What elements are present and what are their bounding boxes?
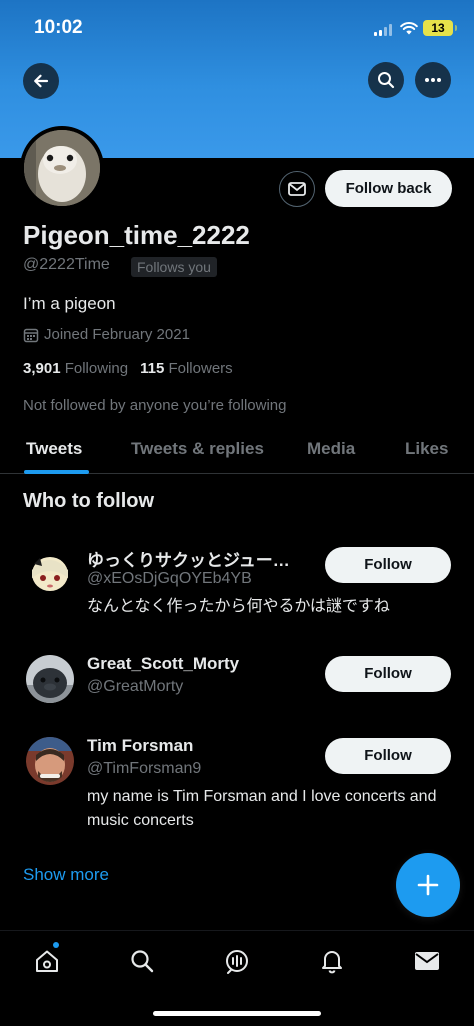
profile-avatar[interactable] [20,126,104,210]
profile-bio: I’m a pigeon [23,294,116,313]
wifi-icon [400,22,418,35]
suggestion-name[interactable]: ゆっくりサクッとジュー… [87,546,290,571]
follows-you-badge: Follows you [131,257,217,277]
search-icon [378,72,395,89]
avatar[interactable] [26,548,74,596]
joined-date: Joined February 2021 [23,326,190,343]
tab-likes[interactable]: Likes [405,439,448,459]
suggestion-name[interactable]: Great_Scott_Morty [87,654,239,674]
back-arrow-icon [34,74,49,88]
person-avatar-image [26,737,74,785]
anime-avatar-image [26,548,74,596]
seal-avatar-image [26,655,74,703]
tab-tweets[interactable]: Tweets [26,439,82,459]
search-icon [131,950,154,973]
tab-media[interactable]: Media [307,439,355,459]
back-button[interactable] [23,63,59,99]
more-button[interactable] [415,62,451,98]
follow-button[interactable]: Follow [325,547,451,583]
following-link[interactable]: 3,901 Following [23,360,128,377]
status-time: 10:02 [34,17,83,38]
suggestion-handle: @TimForsman9 [87,760,202,777]
search-button[interactable] [368,62,404,98]
bell-icon [322,951,342,974]
nav-messages[interactable] [411,945,443,977]
show-more-link[interactable]: Show more [23,865,109,885]
plus-icon [417,874,439,896]
following-label: Following [64,360,129,377]
follow-stats: 3,901 Following 115 Followers [23,360,233,377]
follow-button[interactable]: Follow [325,738,451,774]
nav-home[interactable] [31,945,63,977]
followers-label: Followers [168,360,233,377]
avatar[interactable] [26,655,74,703]
suggestion-name[interactable]: Tim Forsman [87,736,193,756]
more-icon [425,78,441,82]
profile-name: Pigeon_time_2222 [23,220,250,250]
compose-tweet-button[interactable] [396,853,460,917]
who-to-follow-title: Who to follow [23,490,155,512]
follow-button[interactable]: Follow [325,656,451,692]
following-count: 3,901 [23,360,61,377]
nav-notifications[interactable] [316,945,348,977]
pigeon-avatar-image [24,130,100,206]
calendar-icon [23,328,39,342]
avatar[interactable] [26,737,74,785]
tab-tweets-replies[interactable]: Tweets & replies [131,439,264,459]
notification-dot [53,942,59,948]
nav-search[interactable] [126,945,158,977]
home-icon [36,950,58,972]
profile-handle: @2222Time [23,256,110,273]
suggestion-handle: @GreatMorty [87,678,184,695]
bottom-nav [0,930,474,1026]
message-button[interactable] [279,171,315,207]
active-tab-indicator [24,470,89,474]
envelope-icon [415,952,439,970]
mail-icon [288,182,306,196]
cellular-signal-icon [374,24,394,36]
suggestion-bio: なんとなく作ったから何やるかは謎ですね [87,598,390,615]
suggestion-bio: my name is Tim Forsman and I love concer… [87,788,437,829]
nav-spaces[interactable] [221,945,253,977]
home-indicator [153,1011,321,1016]
joined-text: Joined February 2021 [44,326,190,343]
spaces-icon [226,950,248,974]
status-bar: 10:02 13 [0,0,474,56]
battery-indicator: 13 [423,20,457,36]
followers-count: 115 [140,360,165,377]
suggestion-handle: @xEOsDjGqOYEb4YB [87,570,252,587]
follow-back-button[interactable]: Follow back [325,170,452,207]
followers-link[interactable]: 115 Followers [140,360,233,377]
profile-tabs: Tweets Tweets & replies Media Likes [0,430,474,474]
not-followed-notice: Not followed by anyone you’re following [23,397,287,414]
